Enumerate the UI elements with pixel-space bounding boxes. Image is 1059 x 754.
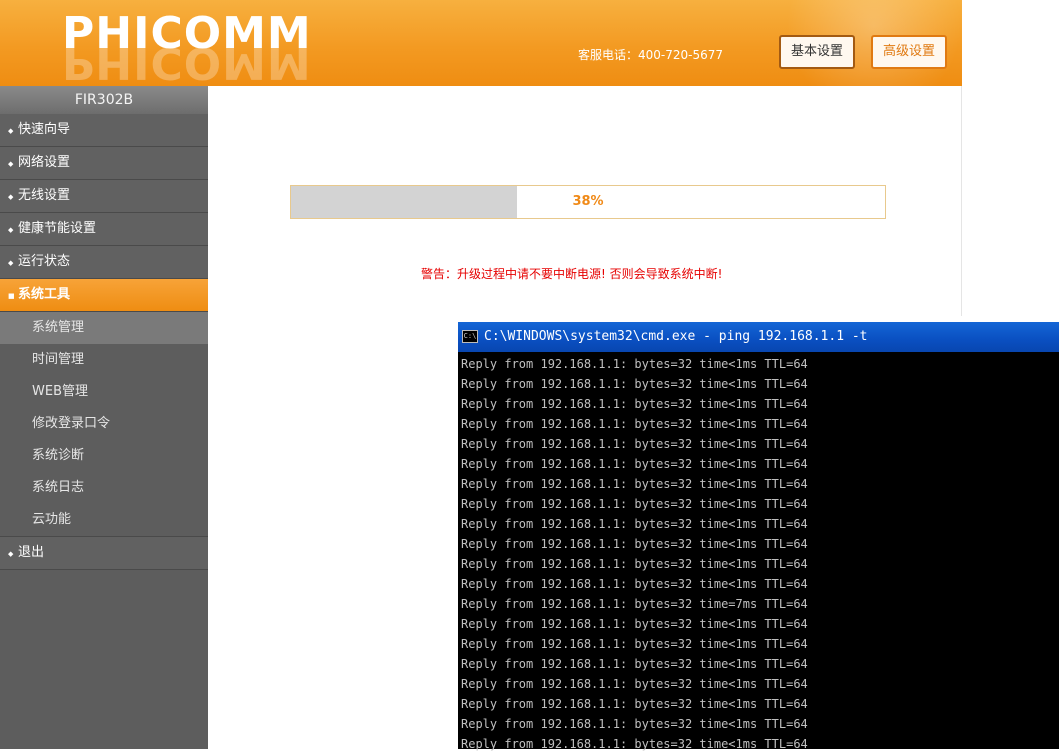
progress-percent: 38% (572, 194, 604, 209)
submenu-cloud-function[interactable]: 云功能 (0, 504, 208, 537)
submenu-system-management[interactable]: 系统管理 (0, 312, 208, 344)
bullet-icon: ■ (8, 292, 15, 300)
cmd-output: Reply from 192.168.1.1: bytes=32 time<1m… (458, 352, 1059, 754)
bullet-icon: ◆ (8, 226, 14, 234)
cmd-line: Reply from 192.168.1.1: bytes=32 time<1m… (461, 497, 808, 511)
menu-wireless-settings[interactable]: ◆ 无线设置 (0, 180, 208, 213)
cmd-line: Reply from 192.168.1.1: bytes=32 time<1m… (461, 537, 808, 551)
cmd-line: Reply from 192.168.1.1: bytes=32 time<1m… (461, 557, 808, 571)
sidebar: FIR302B ◆ 快速向导 ◆ 网络设置 ◆ 无线设置 ◆ 健康节能设置 ◆ 运行状态 … (0, 86, 208, 749)
menu-running-status[interactable]: ◆ 运行状态 (0, 246, 208, 279)
bullet-icon: ◆ (8, 550, 14, 558)
cmd-line: Reply from 192.168.1.1: bytes=32 time<1m… (461, 377, 808, 391)
model-name: FIR302B (0, 86, 208, 114)
cmd-line: Reply from 192.168.1.1: bytes=32 time=7m… (461, 597, 808, 611)
upgrade-progress-bar: 38% (290, 185, 886, 219)
header-banner: PHICOMM PHICOMM 客服电话：400-720-5677 基本设置 高… (0, 0, 962, 86)
cmd-line: Reply from 192.168.1.1: bytes=32 time<1m… (461, 637, 808, 651)
cmd-line: Reply from 192.168.1.1: bytes=32 time<1m… (461, 397, 808, 411)
cmd-line: Reply from 192.168.1.1: bytes=32 time<1m… (461, 517, 808, 531)
cmd-line: Reply from 192.168.1.1: bytes=32 time<1m… (461, 617, 808, 631)
cmd-window[interactable]: C:\ C:\WINDOWS\system32\cmd.exe - ping 19… (458, 322, 1059, 751)
menu-label: 退出 (18, 545, 45, 560)
submenu-web-management[interactable]: WEB管理 (0, 376, 208, 408)
cmd-line: Reply from 192.168.1.1: bytes=32 time<1m… (461, 417, 808, 431)
cmd-line: Reply from 192.168.1.1: bytes=32 time<1m… (461, 737, 808, 751)
menu-health-energy[interactable]: ◆ 健康节能设置 (0, 213, 208, 246)
menu-label: 系统工具 (18, 287, 71, 302)
menu-system-tools[interactable]: ■ 系统工具 (0, 279, 208, 312)
cmd-title-text: C:\WINDOWS\system32\cmd.exe - ping 192.1… (484, 329, 868, 344)
cmd-line: Reply from 192.168.1.1: bytes=32 time<1m… (461, 717, 808, 731)
submenu-time-management[interactable]: 时间管理 (0, 344, 208, 376)
advanced-settings-button[interactable]: 高级设置 (871, 35, 947, 69)
bullet-icon: ◆ (8, 160, 14, 168)
menu-network-settings[interactable]: ◆ 网络设置 (0, 147, 208, 180)
submenu-system-log[interactable]: 系统日志 (0, 472, 208, 504)
cmd-line: Reply from 192.168.1.1: bytes=32 time<1m… (461, 477, 808, 491)
cmd-line: Reply from 192.168.1.1: bytes=32 time<1m… (461, 697, 808, 711)
submenu-change-password[interactable]: 修改登录口令 (0, 408, 208, 440)
menu-label: 快速向导 (18, 122, 71, 137)
support-hotline: 客服电话：400-720-5677 (578, 48, 724, 62)
bullet-icon: ◆ (8, 259, 14, 267)
logo-reflection: PHICOMM (62, 48, 312, 84)
cmd-line: Reply from 192.168.1.1: bytes=32 time<1m… (461, 457, 808, 471)
bullet-icon: ◆ (8, 193, 14, 201)
menu-label: 无线设置 (18, 188, 71, 203)
cmd-line: Reply from 192.168.1.1: bytes=32 time<1m… (461, 577, 808, 591)
menu-label: 健康节能设置 (18, 221, 97, 236)
submenu-system-diagnosis[interactable]: 系统诊断 (0, 440, 208, 472)
cmd-line: Reply from 192.168.1.1: bytes=32 time<1m… (461, 677, 808, 691)
menu-label: 运行状态 (18, 254, 71, 269)
cmd-line: Reply from 192.168.1.1: bytes=32 time<1m… (461, 437, 808, 451)
cmd-icon: C:\ (462, 330, 478, 343)
menu-quick-wizard[interactable]: ◆ 快速向导 (0, 114, 208, 147)
menu-label: 网络设置 (18, 155, 71, 170)
cmd-title-bar[interactable]: C:\ C:\WINDOWS\system32\cmd.exe - ping 19… (458, 322, 1059, 352)
upgrade-warning: 警告：升级过程中请不要中断电源! 否则会导致系统中断! (421, 267, 723, 281)
menu-logout[interactable]: ◆ 退出 (0, 537, 208, 570)
cmd-line: Reply from 192.168.1.1: bytes=32 time<1m… (461, 657, 808, 671)
content-border (961, 86, 962, 316)
basic-settings-button[interactable]: 基本设置 (779, 35, 855, 69)
cmd-line: Reply from 192.168.1.1: bytes=32 time<1m… (461, 357, 808, 371)
bullet-icon: ◆ (8, 127, 14, 135)
